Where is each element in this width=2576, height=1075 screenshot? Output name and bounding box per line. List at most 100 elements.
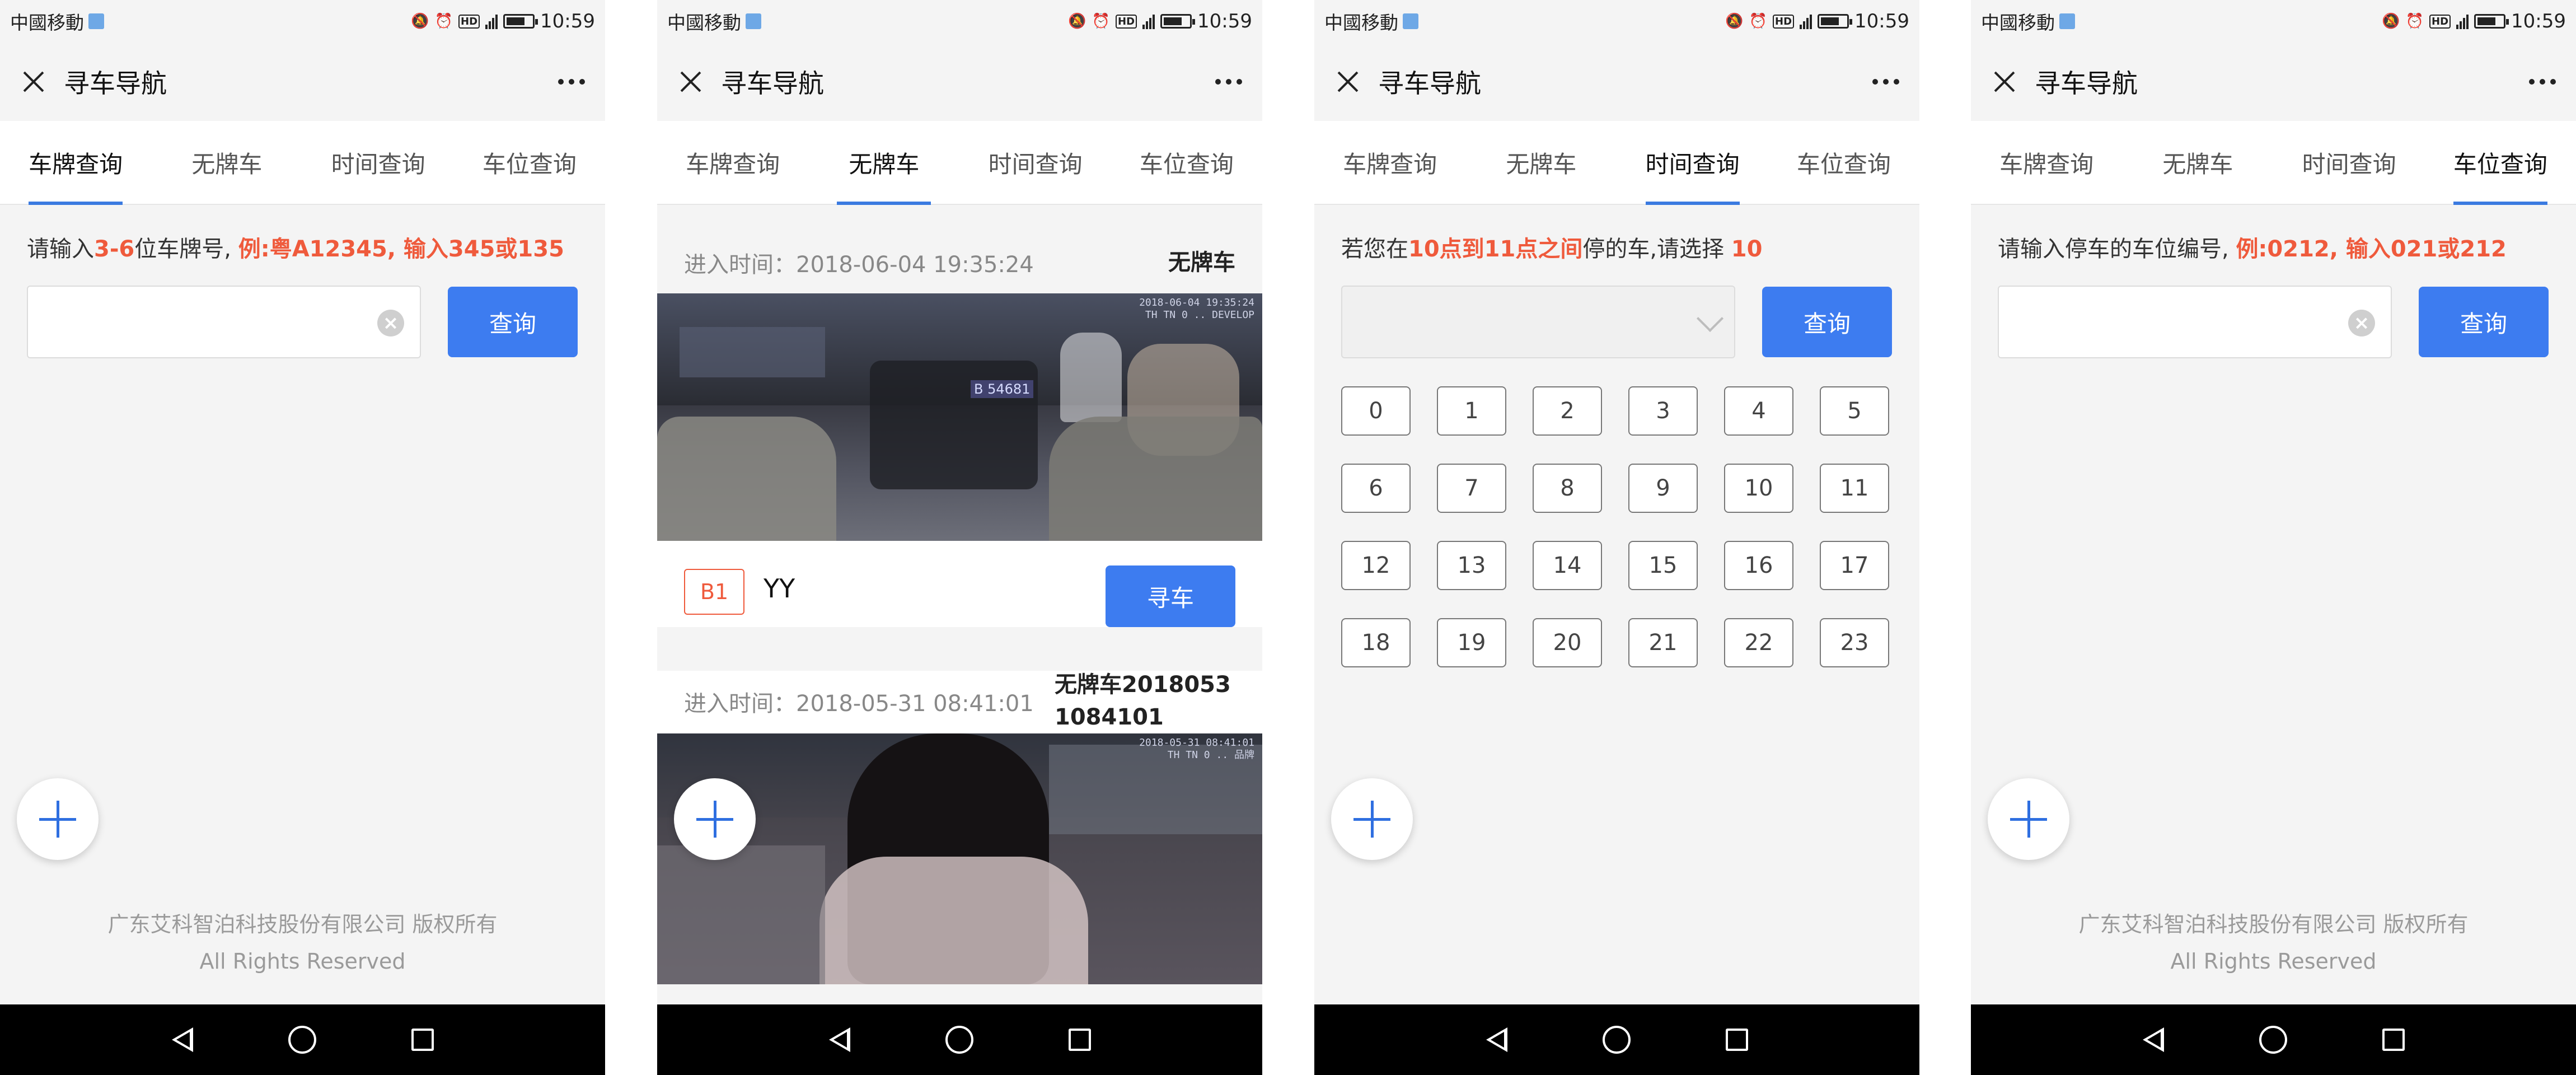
tab-plate-search[interactable]: 车牌查询 — [657, 121, 808, 204]
vehicle-snapshot[interactable]: 2018-06-04 19:35:24 TH TN 0 .. DEVELOP B … — [657, 293, 1262, 544]
home-icon[interactable] — [945, 1026, 973, 1054]
close-icon[interactable] — [20, 68, 47, 95]
more-icon[interactable] — [558, 79, 585, 85]
alarm-icon: ⏰ — [2405, 13, 2424, 30]
tab-unlicensed[interactable]: 无牌车 — [1465, 121, 1617, 204]
hour-button[interactable]: 9 — [1628, 464, 1698, 513]
clock: 10:59 — [1854, 10, 1909, 32]
hour-button[interactable]: 7 — [1437, 464, 1506, 513]
hour-button[interactable]: 15 — [1628, 541, 1698, 590]
tab-unlicensed[interactable]: 无牌车 — [808, 121, 959, 204]
tab-slot-search[interactable]: 车位查询 — [2425, 121, 2576, 204]
back-icon[interactable] — [828, 1027, 850, 1052]
tab-plate-search[interactable]: 车牌查询 — [0, 121, 151, 204]
hour-button[interactable]: 13 — [1437, 541, 1506, 590]
system-nav-bar — [1314, 1004, 1919, 1075]
tab-time-search[interactable]: 时间查询 — [2274, 121, 2425, 204]
copyright-line: 广东艾科智泊科技股份有限公司 版权所有 — [107, 912, 498, 937]
hour-select[interactable] — [1341, 286, 1735, 358]
hour-button[interactable]: 21 — [1628, 618, 1698, 667]
query-button[interactable]: 查询 — [448, 287, 578, 357]
footer: 广东艾科智泊科技股份有限公司 版权所有 All Rights Reserved — [1971, 906, 2576, 980]
tab-bar: 车牌查询 无牌车 时间查询 车位查询 — [657, 121, 1262, 205]
hour-button[interactable]: 8 — [1533, 464, 1602, 513]
rights-line: All Rights Reserved — [199, 949, 406, 974]
entry-action-row: B1 YY 寻车 — [657, 541, 1262, 627]
tab-slot-search[interactable]: 车位查询 — [1111, 121, 1262, 204]
carrier-badge-icon — [2059, 13, 2075, 29]
clear-icon[interactable]: × — [377, 310, 404, 336]
close-icon[interactable] — [1991, 68, 2018, 95]
tab-time-search[interactable]: 时间查询 — [960, 121, 1111, 204]
find-car-button[interactable]: 寻车 — [1106, 565, 1235, 627]
system-nav-bar — [0, 1004, 605, 1075]
tab-unlicensed[interactable]: 无牌车 — [151, 121, 302, 204]
tab-plate-search[interactable]: 车牌查询 — [1971, 121, 2122, 204]
hour-button[interactable]: 14 — [1533, 541, 1602, 590]
home-icon[interactable] — [2259, 1026, 2287, 1054]
tab-unlicensed[interactable]: 无牌车 — [2122, 121, 2273, 204]
hint-prefix: 请输入停车的车位编号, — [1998, 236, 2236, 262]
more-icon[interactable] — [2529, 79, 2556, 85]
clock: 10:59 — [2511, 10, 2566, 32]
hour-button[interactable]: 3 — [1628, 386, 1698, 436]
hour-button[interactable]: 20 — [1533, 618, 1602, 667]
hour-button[interactable]: 0 — [1341, 386, 1411, 436]
plus-icon[interactable] — [674, 778, 756, 860]
query-button[interactable]: 查询 — [2419, 287, 2549, 357]
tab-plate-search[interactable]: 车牌查询 — [1314, 121, 1465, 204]
hint-example: 例:0212, 输入021或212 — [2236, 236, 2507, 262]
footer: 广东艾科智泊科技股份有限公司 版权所有 All Rights Reserved — [0, 906, 605, 980]
plate-overlay: B 54681 — [971, 380, 1034, 398]
recent-apps-icon[interactable] — [2382, 1029, 2405, 1051]
clear-icon[interactable]: × — [2348, 310, 2375, 336]
hour-button[interactable]: 12 — [1341, 541, 1411, 590]
tab-time-search[interactable]: 时间查询 — [303, 121, 454, 204]
hour-button[interactable]: 16 — [1724, 541, 1793, 590]
hour-button[interactable]: 10 — [1724, 464, 1793, 513]
close-icon[interactable] — [677, 68, 704, 95]
hour-button[interactable]: 4 — [1724, 386, 1793, 436]
alarm-icon: ⏰ — [1092, 13, 1110, 30]
hour-button[interactable]: 23 — [1820, 618, 1889, 667]
tab-slot-search[interactable]: 车位查询 — [1768, 121, 1919, 204]
plate-input[interactable]: × — [27, 286, 421, 358]
tab-slot-search[interactable]: 车位查询 — [454, 121, 605, 204]
more-icon[interactable] — [1215, 79, 1242, 85]
carrier-label: 中國移動 — [10, 12, 84, 34]
rights-line: All Rights Reserved — [2170, 949, 2377, 974]
hour-button[interactable]: 2 — [1533, 386, 1602, 436]
hint-range: 10点到11点之间 — [1408, 236, 1583, 262]
hour-button[interactable]: 17 — [1820, 541, 1889, 590]
hour-button[interactable]: 11 — [1820, 464, 1889, 513]
hour-button[interactable]: 18 — [1341, 618, 1411, 667]
hour-button[interactable]: 19 — [1437, 618, 1506, 667]
slot-input[interactable]: × — [1998, 286, 2392, 358]
recent-apps-icon[interactable] — [1725, 1029, 1748, 1051]
hour-button[interactable]: 6 — [1341, 464, 1411, 513]
back-icon[interactable] — [171, 1027, 193, 1052]
close-icon[interactable] — [1334, 68, 1361, 95]
recent-apps-icon[interactable] — [1068, 1029, 1091, 1051]
recent-apps-icon[interactable] — [411, 1029, 434, 1051]
plus-icon[interactable] — [1331, 778, 1413, 860]
hour-button[interactable]: 5 — [1820, 386, 1889, 436]
hour-grid: 0 1 2 3 4 5 6 7 8 9 10 11 12 13 14 15 16 17 18 19 20 21 22 23 — [1341, 386, 1892, 667]
plus-icon[interactable] — [1988, 778, 2069, 860]
camera-stamp: 2018-05-31 08:41:01 TH TN 0 .. 品牌 — [1139, 737, 1254, 761]
entry-header: 进入时间：2018-06-04 19:35:24 无牌车 — [657, 233, 1262, 293]
mute-icon: 🔕 — [411, 13, 429, 30]
back-icon[interactable] — [1486, 1027, 1507, 1052]
carrier-badge-icon — [746, 13, 761, 29]
plus-icon[interactable] — [17, 778, 99, 860]
vehicle-snapshot[interactable]: 2018-05-31 08:41:01 TH TN 0 .. 品牌 — [657, 733, 1262, 984]
home-icon[interactable] — [288, 1026, 316, 1054]
more-icon[interactable] — [1872, 79, 1899, 85]
tab-time-search[interactable]: 时间查询 — [1617, 121, 1768, 204]
hour-button[interactable]: 1 — [1437, 386, 1506, 436]
alarm-icon: ⏰ — [1749, 13, 1767, 30]
query-button[interactable]: 查询 — [1762, 287, 1892, 357]
back-icon[interactable] — [2142, 1027, 2164, 1052]
home-icon[interactable] — [1602, 1026, 1631, 1054]
hour-button[interactable]: 22 — [1724, 618, 1793, 667]
